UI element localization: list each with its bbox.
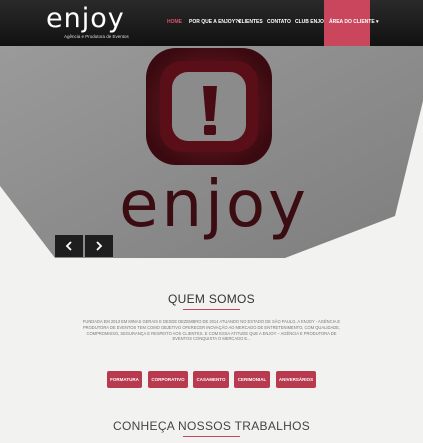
nav-contato[interactable]: CONTATO	[267, 19, 291, 25]
client-area-button[interactable]: ÁREA DO CLIENTE ▾	[324, 0, 379, 46]
logo-wordmark: enjoy	[46, 3, 125, 34]
works-title-underline	[183, 436, 240, 437]
hero-slider: enjoy	[0, 46, 423, 258]
nav-home[interactable]: HOME	[167, 19, 182, 25]
logo-tagline: Agência e Produtora de Eventos	[64, 34, 129, 39]
chevron-left-icon	[65, 241, 72, 251]
hero-wordmark: enjoy	[119, 168, 309, 242]
nav-por-que-a-enjoy[interactable]: POR QUE A ENJOY?▾	[189, 19, 241, 25]
chevron-right-icon	[96, 241, 103, 251]
logo[interactable]: enjoy Agência e Produtora de Eventos	[46, 3, 129, 41]
category-corporativo-button[interactable]: CORPORATIVO	[148, 371, 188, 388]
category-aniversarios-button[interactable]: ANIVERSÁRIOS	[276, 371, 316, 388]
category-cerimonial-button[interactable]: CERIMONIAL	[234, 371, 270, 388]
nav-clientes[interactable]: CLIENTES	[238, 19, 263, 25]
works-title: CONHEÇA NOSSOS TRABALHOS	[112, 419, 311, 433]
about-body: FUNDADA EM 2013 EM MINAS GERAIS E DESDE …	[82, 319, 341, 342]
category-formatura-button[interactable]: FORMATURA	[107, 371, 142, 388]
site-header: enjoy Agência e Produtora de Eventos HOM…	[0, 0, 423, 46]
about-title-underline	[183, 309, 240, 310]
hero-slide: enjoy	[0, 46, 423, 258]
about-title: QUEM SOMOS	[167, 292, 255, 306]
category-casamento-button[interactable]: CASAMENTO	[193, 371, 229, 388]
page: { "header": { "logo_text": "enjoy", "log…	[0, 0, 423, 443]
client-area-label: ÁREA DO CLIENTE ▾	[329, 19, 379, 25]
slider-prev-button[interactable]	[55, 235, 83, 257]
nav-club-enjoy[interactable]: CLUB ENJOY	[295, 19, 327, 25]
slider-next-button[interactable]	[85, 235, 113, 257]
